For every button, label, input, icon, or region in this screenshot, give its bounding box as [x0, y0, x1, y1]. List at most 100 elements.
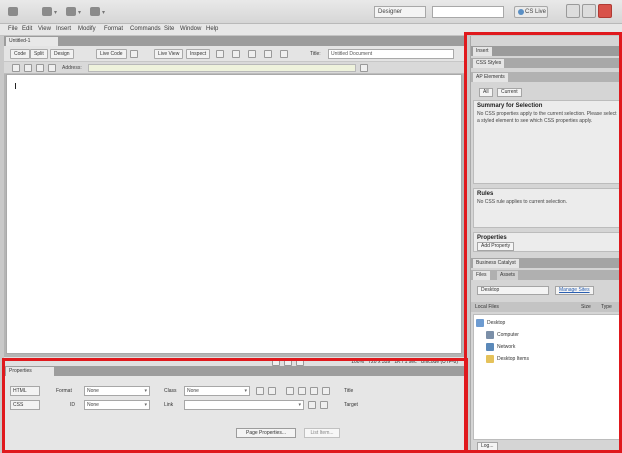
cs-live-icon: [518, 9, 524, 15]
validate-icon[interactable]: [280, 50, 288, 58]
right-panel-group: Insert CSS Styles AP Elements All Curren…: [470, 36, 622, 453]
outdent-icon[interactable]: [310, 387, 318, 395]
list-item-button[interactable]: List Item...: [304, 428, 340, 438]
code-view-button[interactable]: Code: [10, 49, 30, 59]
unordered-list-icon[interactable]: [286, 387, 294, 395]
log-button[interactable]: Log...: [477, 442, 498, 451]
tree-label: Desktop: [487, 320, 506, 326]
tree-label: Desktop Items: [497, 356, 529, 362]
site-icon[interactable]: [90, 7, 100, 16]
class-select[interactable]: None: [184, 386, 250, 396]
document-tab-strip: Untitled-1: [4, 36, 464, 46]
multiscreen-icon[interactable]: [216, 50, 224, 58]
select-tool-icon[interactable]: [272, 358, 280, 366]
refresh-icon[interactable]: [130, 50, 138, 58]
site-select[interactable]: Desktop: [477, 286, 549, 295]
menu-insert[interactable]: Insert: [56, 26, 71, 32]
format-select[interactable]: None: [84, 386, 150, 396]
desktop-icon: [476, 318, 484, 327]
title-label: Title:: [310, 51, 321, 57]
italic-icon[interactable]: [268, 387, 276, 395]
cs-live-button[interactable]: CS Live: [514, 6, 548, 18]
manage-sites-link[interactable]: Manage Sites: [555, 286, 594, 295]
home-icon[interactable]: [48, 64, 56, 72]
menu-view[interactable]: View: [38, 26, 51, 32]
tree-item-computer[interactable]: Computer: [486, 329, 622, 341]
maximize-button[interactable]: [582, 4, 596, 18]
inspect-button[interactable]: Inspect: [186, 49, 211, 59]
tree-item-desktop-items[interactable]: Desktop Items: [486, 353, 622, 365]
properties-title[interactable]: Properties: [6, 367, 54, 376]
browse-folder-icon[interactable]: [320, 401, 328, 409]
files-tab[interactable]: Files: [473, 271, 490, 280]
hand-tool-icon[interactable]: [284, 358, 292, 366]
network-icon: [486, 342, 494, 351]
preview-browser-icon[interactable]: [232, 50, 240, 58]
point-to-file-icon[interactable]: [308, 401, 316, 409]
extend-dropdown-icon[interactable]: ▾: [78, 9, 81, 16]
live-view-button[interactable]: Live View: [154, 49, 184, 59]
visual-aids-icon[interactable]: [264, 50, 272, 58]
menu-format[interactable]: Format: [104, 26, 123, 32]
ordered-list-icon[interactable]: [298, 387, 306, 395]
css-styles-tab[interactable]: CSS Styles: [473, 59, 505, 68]
close-button[interactable]: [598, 4, 612, 18]
menu-bar: File Edit View Insert Modify Format Comm…: [0, 24, 622, 36]
rules-heading: Rules: [477, 191, 494, 197]
type-column[interactable]: Type: [601, 303, 612, 311]
size-column[interactable]: Size: [581, 303, 591, 311]
tree-item-desktop[interactable]: Desktop: [476, 317, 620, 329]
file-management-icon[interactable]: [248, 50, 256, 58]
address-options-icon[interactable]: [360, 64, 368, 72]
link-input[interactable]: [184, 400, 304, 410]
business-catalyst-tab[interactable]: Business Catalyst: [473, 259, 519, 268]
menu-commands[interactable]: Commands: [130, 26, 161, 32]
split-view-button[interactable]: Split: [30, 49, 48, 59]
site-dropdown-icon[interactable]: ▾: [102, 9, 105, 16]
bold-icon[interactable]: [256, 387, 264, 395]
folder-icon: [486, 354, 494, 363]
target-label: Target: [344, 402, 358, 408]
minimize-button[interactable]: [566, 4, 580, 18]
css-panel-header: CSS Styles: [471, 58, 622, 68]
design-view-button[interactable]: Design: [50, 49, 74, 59]
menu-edit[interactable]: Edit: [22, 26, 32, 32]
tree-item-network[interactable]: Network: [486, 341, 622, 353]
assets-tab[interactable]: Assets: [497, 271, 519, 280]
design-canvas[interactable]: [6, 74, 462, 354]
menu-help[interactable]: Help: [206, 26, 218, 32]
insert-tab[interactable]: Insert: [473, 47, 492, 56]
zoom-tool-icon[interactable]: [296, 358, 304, 366]
forward-icon[interactable]: [24, 64, 32, 72]
layout-dropdown-icon[interactable]: ▾: [54, 9, 57, 16]
css-mode-button[interactable]: CSS: [10, 400, 40, 410]
address-input[interactable]: [88, 64, 356, 72]
menu-modify[interactable]: Modify: [78, 26, 96, 32]
add-property-button[interactable]: Add Property: [477, 242, 515, 251]
workspace-switcher[interactable]: Designer: [374, 6, 426, 18]
css-current-button[interactable]: Current: [497, 88, 522, 97]
window-size[interactable]: 720 x 359: [368, 359, 390, 365]
css-all-button[interactable]: All: [479, 88, 493, 97]
zoom-level[interactable]: 100%: [351, 359, 364, 365]
page-properties-button[interactable]: Page Properties...: [236, 428, 296, 438]
html-mode-button[interactable]: HTML: [10, 386, 40, 396]
menu-window[interactable]: Window: [180, 26, 201, 32]
document-toolbar: Code Split Design Live Code Live View In…: [4, 46, 464, 62]
stop-icon[interactable]: [36, 64, 44, 72]
id-select[interactable]: None: [84, 400, 150, 410]
ap-elements-tab[interactable]: AP Elements: [473, 73, 508, 82]
id-label: ID: [70, 402, 75, 408]
summary-section: Summary for Selection No CSS properties …: [473, 100, 621, 184]
document-title-input[interactable]: Untitled Document: [328, 49, 454, 59]
local-files-column[interactable]: Local Files: [475, 303, 499, 311]
back-icon[interactable]: [12, 64, 20, 72]
document-tab[interactable]: Untitled-1: [6, 37, 58, 46]
extend-icon[interactable]: [66, 7, 76, 16]
layout-icon[interactable]: [42, 7, 52, 16]
live-code-button[interactable]: Live Code: [96, 49, 127, 59]
indent-icon[interactable]: [322, 387, 330, 395]
help-search-input[interactable]: [432, 6, 504, 18]
menu-file[interactable]: File: [8, 26, 18, 32]
menu-site[interactable]: Site: [164, 26, 174, 32]
